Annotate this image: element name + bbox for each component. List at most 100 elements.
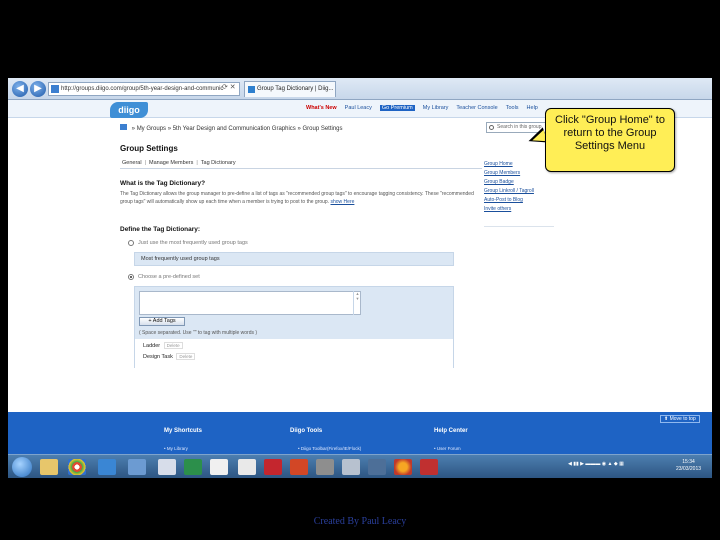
calculator-icon[interactable] [238,459,256,475]
breadcrumb-current: Group Settings [302,126,343,132]
add-tags-button[interactable]: + Add Tags [139,317,185,326]
media-player-icon[interactable] [128,459,146,475]
section-title-define: Define the Tag Dictionary: [120,226,201,233]
tags-hint: ( Space separated. Use "" to tag with mu… [139,330,258,336]
tab-separator: | [196,160,198,166]
sidebar-item-auto-post[interactable]: Auto-Post to Blog [484,196,554,205]
settings-subtabs: General | Manage Members | Tag Dictionary [122,160,236,166]
taskbar-clock[interactable]: 15:34 23/03/2013 [676,459,701,473]
firefox-icon[interactable] [394,459,412,475]
divider [484,226,554,227]
windows-taskbar: ◀ ▮▮ ▶ ▬▬▬ ◉ ▲ ◆ ▦ 15:34 23/03/2013 [8,454,712,478]
word-icon[interactable] [158,459,176,475]
go-premium-button[interactable]: Go Premium [379,105,415,111]
sidebar-item-invite[interactable]: Invite others [484,205,554,214]
footer-link-label: My Library [166,446,188,451]
list-item: Ladder Delete [143,342,183,349]
tab-manage-members[interactable]: Manage Members [149,160,193,166]
footer-heading-shortcuts: My Shortcuts [164,428,203,434]
excel-icon[interactable] [184,459,202,475]
browser-screen: ◀ ▶ http://groups.diigo.com/group/5th-ye… [8,78,712,478]
move-top-label: Move to top [669,416,696,422]
tags-textarea[interactable] [139,291,361,315]
textarea-scrollbar[interactable]: ▲ ▼ [353,291,361,315]
footer-link-label: Diigo Toolbar(Firefox/IE/Flock) [300,446,362,451]
radio-frequent-tags[interactable] [128,240,134,246]
list-item: Design Task Delete [143,353,196,360]
sidebar-item-group-members[interactable]: Group Members [484,169,554,178]
divider [120,168,482,169]
system-tray[interactable]: ◀ ▮▮ ▶ ▬▬▬ ◉ ▲ ◆ ▦ [568,461,624,467]
acrobat-icon[interactable] [420,459,438,475]
delete-tag-button[interactable]: Delete [176,353,196,360]
clock-time: 15:34 [682,459,695,465]
internet-explorer-icon[interactable] [98,459,116,475]
footer-link-toolbar[interactable]: • Diigo Toolbar(Firefox/IE/Flock) [298,446,361,451]
slide-credit: Created By Paul Leacy [313,516,407,527]
footer-link-user-forum[interactable]: • User Forum [434,446,461,451]
section-description: The Tag Dictionary allows the group mana… [120,190,480,206]
file-explorer-icon[interactable] [40,459,58,475]
refresh-icon[interactable]: ⟳ ✕ [222,83,236,91]
tab-separator: | [144,160,147,166]
paint-icon[interactable] [210,459,228,475]
start-button[interactable] [12,457,32,477]
group-sidebar: Group Home Group Members Group Badge Gro… [484,160,554,214]
solidworks-icon[interactable] [264,459,282,475]
tab-favicon-icon [248,86,255,93]
app-icon[interactable] [368,459,386,475]
app-icon[interactable] [316,459,334,475]
nav-tools[interactable]: Tools [506,105,519,111]
diigo-logo[interactable]: diigo [110,102,148,118]
nav-my-library[interactable]: My Library [423,105,449,111]
address-bar[interactable]: http://groups.diigo.com/group/5th-year-d… [48,82,240,96]
predefined-tags-panel: ▲ ▼ + Add Tags ( Space separated. Use "" … [134,286,454,368]
tag-name: Ladder [143,343,161,349]
breadcrumb-my-groups[interactable]: My Groups [137,126,166,132]
tag-name: Design Task [143,354,173,360]
nav-help[interactable]: Help [527,105,538,111]
home-icon[interactable] [120,124,127,130]
footer-heading-help: Help Center [434,428,468,434]
browser-tab[interactable]: Group Tag Dictionary | Diig... [244,81,336,97]
sidebar-item-group-badge[interactable]: Group Badge [484,178,554,187]
browser-toolbar: ◀ ▶ http://groups.diigo.com/group/5th-ye… [8,78,712,100]
page-title: Group Settings [120,144,178,153]
footer-link-my-library[interactable]: • My Library [164,446,188,451]
address-url: http://groups.diigo.com/group/5th-year-d… [61,86,224,92]
site-footer: ⬆ Move to top My Shortcuts Diigo Tools H… [8,412,712,454]
sidebar-item-linkroll[interactable]: Group Linkroll / Tagroll [484,187,554,196]
delete-tag-button[interactable]: Delete [163,342,183,349]
nav-teacher-console[interactable]: Teacher Console [456,105,497,111]
option-frequent-label: Just use the most frequently used group … [138,240,248,246]
tab-title: Group Tag Dictionary | Diig... [257,86,334,92]
forward-icon[interactable]: ▶ [30,81,46,97]
top-nav: What's New Paul Leacy Go Premium My Libr… [306,105,538,111]
tab-general[interactable]: General [122,160,142,166]
powerpoint-icon[interactable] [290,459,308,475]
instruction-callout: Click "Group Home" to return to the Grou… [545,108,675,172]
show-here-link[interactable]: show Here [331,199,355,205]
chrome-icon[interactable] [68,459,86,475]
site-favicon-icon [51,85,59,93]
nav-whats-new[interactable]: What's New [306,105,337,111]
breadcrumb-group[interactable]: 5th Year Design and Communication Graphi… [173,126,296,132]
back-icon[interactable]: ◀ [12,81,28,97]
sidebar-item-group-home[interactable]: Group Home [484,160,554,169]
description-text: The Tag Dictionary allows the group mana… [120,191,474,205]
footer-heading-tools: Diigo Tools [290,428,323,434]
tag-list: Ladder Delete Design Task Delete [135,339,453,368]
nav-user[interactable]: Paul Leacy [345,105,372,111]
move-to-top-button[interactable]: ⬆ Move to top [660,415,700,423]
slide: ◀ ▶ http://groups.diigo.com/group/5th-ye… [0,0,720,540]
frequent-tags-box: Most frequently used group tags [134,252,454,266]
section-title-what-is: What is the Tag Dictionary? [120,180,206,187]
tab-tag-dictionary[interactable]: Tag Dictionary [201,160,236,166]
footer-link-label: User Forum [436,446,461,451]
search-icon [489,125,494,130]
radio-predefined-set[interactable] [128,274,134,280]
option-predefined-label: Choose a pre-defined set [138,274,200,280]
clock-date: 23/03/2013 [676,466,702,472]
app-icon[interactable] [342,459,360,475]
breadcrumb: » My Groups » 5th Year Design and Commun… [120,124,343,132]
